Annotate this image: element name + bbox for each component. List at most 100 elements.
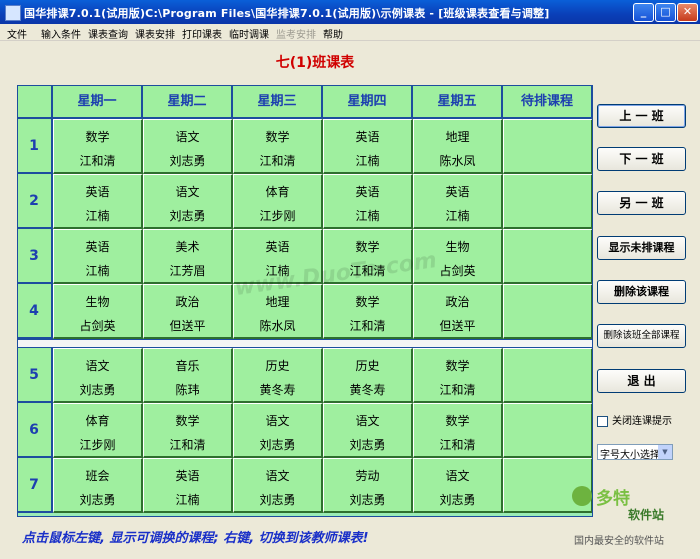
- minimize-button[interactable]: _: [633, 3, 654, 22]
- unscheduled-cell[interactable]: [503, 174, 593, 229]
- show-unscheduled-button[interactable]: 显示未排课程: [597, 236, 686, 260]
- schedule-cell[interactable]: 英语 江楠: [143, 458, 233, 513]
- menu-schedule-arrange[interactable]: 课表安排: [135, 26, 175, 41]
- schedule-cell[interactable]: 数学 江和清: [143, 403, 233, 458]
- schedule-cell[interactable]: 英语 江楠: [53, 229, 143, 284]
- schedule-cell[interactable]: 体育 江步刚: [233, 174, 323, 229]
- window-title: 国华排课7.0.1(试用版)C:\Program Files\国华排课7.0.1…: [24, 7, 550, 20]
- schedule-cell[interactable]: 英语 江楠: [413, 174, 503, 229]
- title-bar: 国华排课7.0.1(试用版)C:\Program Files\国华排课7.0.1…: [0, 0, 700, 24]
- class-title: 七(1)班课表: [275, 55, 355, 71]
- course-subject: 数学: [85, 130, 110, 144]
- period-number: 2: [17, 174, 53, 229]
- schedule-cell[interactable]: 班会 刘志勇: [53, 458, 143, 513]
- app-icon: [5, 5, 21, 21]
- schedule-cell[interactable]: 音乐 陈玮: [143, 348, 233, 403]
- course-subject: 体育: [265, 185, 290, 199]
- schedule-cell[interactable]: 英语 江楠: [53, 174, 143, 229]
- schedule-cell[interactable]: 生物 占剑英: [53, 284, 143, 339]
- schedule-cell[interactable]: 劳动 刘志勇: [323, 458, 413, 513]
- unscheduled-cell[interactable]: [503, 403, 593, 458]
- close-consecutive-hint-checkbox[interactable]: 关闭连课提示: [597, 412, 672, 427]
- course-subject: 数学: [445, 359, 470, 373]
- unscheduled-cell[interactable]: [503, 119, 593, 174]
- course-subject: 语文: [445, 469, 470, 483]
- menu-temp-adjust[interactable]: 临时调课: [229, 26, 269, 41]
- course-teacher: 但送平: [169, 319, 206, 333]
- close-button[interactable]: ✕: [677, 3, 698, 22]
- schedule-cell[interactable]: 语文 刘志勇: [233, 403, 323, 458]
- schedule-cell[interactable]: 历史 黄冬寿: [323, 348, 413, 403]
- schedule-cell[interactable]: 政治 但送平: [143, 284, 233, 339]
- logo-name: 多特: [596, 489, 630, 509]
- course-subject: 语文: [85, 359, 110, 373]
- period-number: 1: [17, 119, 53, 174]
- course-subject: 英语: [85, 240, 110, 254]
- schedule-cell[interactable]: 英语 江楠: [323, 119, 413, 174]
- menu-input-conditions[interactable]: 输入条件: [41, 26, 81, 41]
- schedule-cell[interactable]: 数学 江和清: [413, 403, 503, 458]
- course-subject: 政治: [175, 295, 200, 309]
- unscheduled-cell[interactable]: [503, 229, 593, 284]
- schedule-cell[interactable]: 历史 黄冬寿: [233, 348, 323, 403]
- course-teacher: 黄冬寿: [349, 383, 386, 397]
- schedule-cell[interactable]: 语文 刘志勇: [323, 403, 413, 458]
- course-subject: 英语: [355, 130, 380, 144]
- course-subject: 数学: [175, 414, 200, 428]
- course-subject: 数学: [355, 295, 380, 309]
- delete-all-courses-button[interactable]: 删除该班全部课程: [597, 324, 686, 348]
- day-header: 星期四: [323, 85, 413, 119]
- course-teacher: 江楠: [355, 209, 380, 223]
- delete-course-button[interactable]: 删除该课程: [597, 280, 686, 304]
- font-size-select[interactable]: 字号大小选择 ▼: [597, 444, 673, 461]
- course-teacher: 江楠: [355, 154, 380, 168]
- maximize-button[interactable]: □: [655, 3, 676, 22]
- logo-slogan: 国内最安全的软件站: [574, 536, 664, 547]
- schedule-cell[interactable]: 体育 江步刚: [53, 403, 143, 458]
- schedule-grid: 星期一 星期二 星期三 星期四 星期五 待排课程 1 数学 江和清 语文 刘志勇 数学 江和清 英语 江楠地…: [17, 85, 593, 517]
- unscheduled-cell[interactable]: [503, 284, 593, 339]
- course-subject: 美术: [175, 240, 200, 254]
- schedule-cell[interactable]: 语文 刘志勇: [233, 458, 323, 513]
- prev-class-button[interactable]: 上 一 班: [597, 104, 686, 128]
- other-class-button[interactable]: 另 一 班: [597, 191, 686, 215]
- course-teacher: 占剑英: [79, 319, 116, 333]
- schedule-cell[interactable]: 英语 江楠: [323, 174, 413, 229]
- schedule-cell[interactable]: 地理 陈水凤: [413, 119, 503, 174]
- schedule-cell[interactable]: 政治 但送平: [413, 284, 503, 339]
- course-teacher: 江楠: [85, 264, 110, 278]
- logo-sub: 软件站: [628, 508, 665, 522]
- menu-help[interactable]: 帮助: [323, 26, 343, 41]
- period-number: 7: [17, 458, 53, 513]
- course-teacher: 刘志勇: [259, 493, 296, 507]
- font-size-select-value: 字号大小选择: [600, 450, 660, 461]
- schedule-cell[interactable]: 数学 江和清: [413, 348, 503, 403]
- exit-button[interactable]: 退 出: [597, 369, 686, 393]
- day-header: 星期一: [53, 85, 143, 119]
- schedule-cell[interactable]: 美术 江芳眉: [143, 229, 233, 284]
- course-subject: 生物: [85, 295, 110, 309]
- next-class-button[interactable]: 下 一 班: [597, 147, 686, 171]
- chevron-down-icon[interactable]: ▼: [658, 445, 672, 459]
- schedule-cell[interactable]: 语文 刘志勇: [413, 458, 503, 513]
- checkbox-box[interactable]: [597, 415, 608, 427]
- duote-logo: 多特 软件站 国内最安全的软件站: [572, 484, 696, 556]
- menu-schedule-query[interactable]: 课表查询: [88, 26, 128, 41]
- schedule-cell[interactable]: 语文 刘志勇: [143, 119, 233, 174]
- course-teacher: 刘志勇: [79, 493, 116, 507]
- menu-exam-arrange[interactable]: 监考安排: [276, 26, 316, 41]
- menu-print-schedule[interactable]: 打印课表: [182, 26, 222, 41]
- period-number: 4: [17, 284, 53, 339]
- schedule-cell[interactable]: 数学 江和清: [323, 284, 413, 339]
- course-teacher: 江和清: [169, 438, 206, 452]
- course-subject: 音乐: [175, 359, 200, 373]
- unscheduled-cell[interactable]: [503, 348, 593, 403]
- course-teacher: 江和清: [259, 154, 296, 168]
- schedule-cell[interactable]: 数学 江和清: [53, 119, 143, 174]
- course-subject: 英语: [355, 185, 380, 199]
- schedule-cell[interactable]: 语文 刘志勇: [53, 348, 143, 403]
- schedule-cell[interactable]: 语文 刘志勇: [143, 174, 233, 229]
- schedule-cell[interactable]: 数学 江和清: [233, 119, 323, 174]
- course-teacher: 刘志勇: [169, 209, 206, 223]
- menu-file[interactable]: 文件: [7, 26, 27, 41]
